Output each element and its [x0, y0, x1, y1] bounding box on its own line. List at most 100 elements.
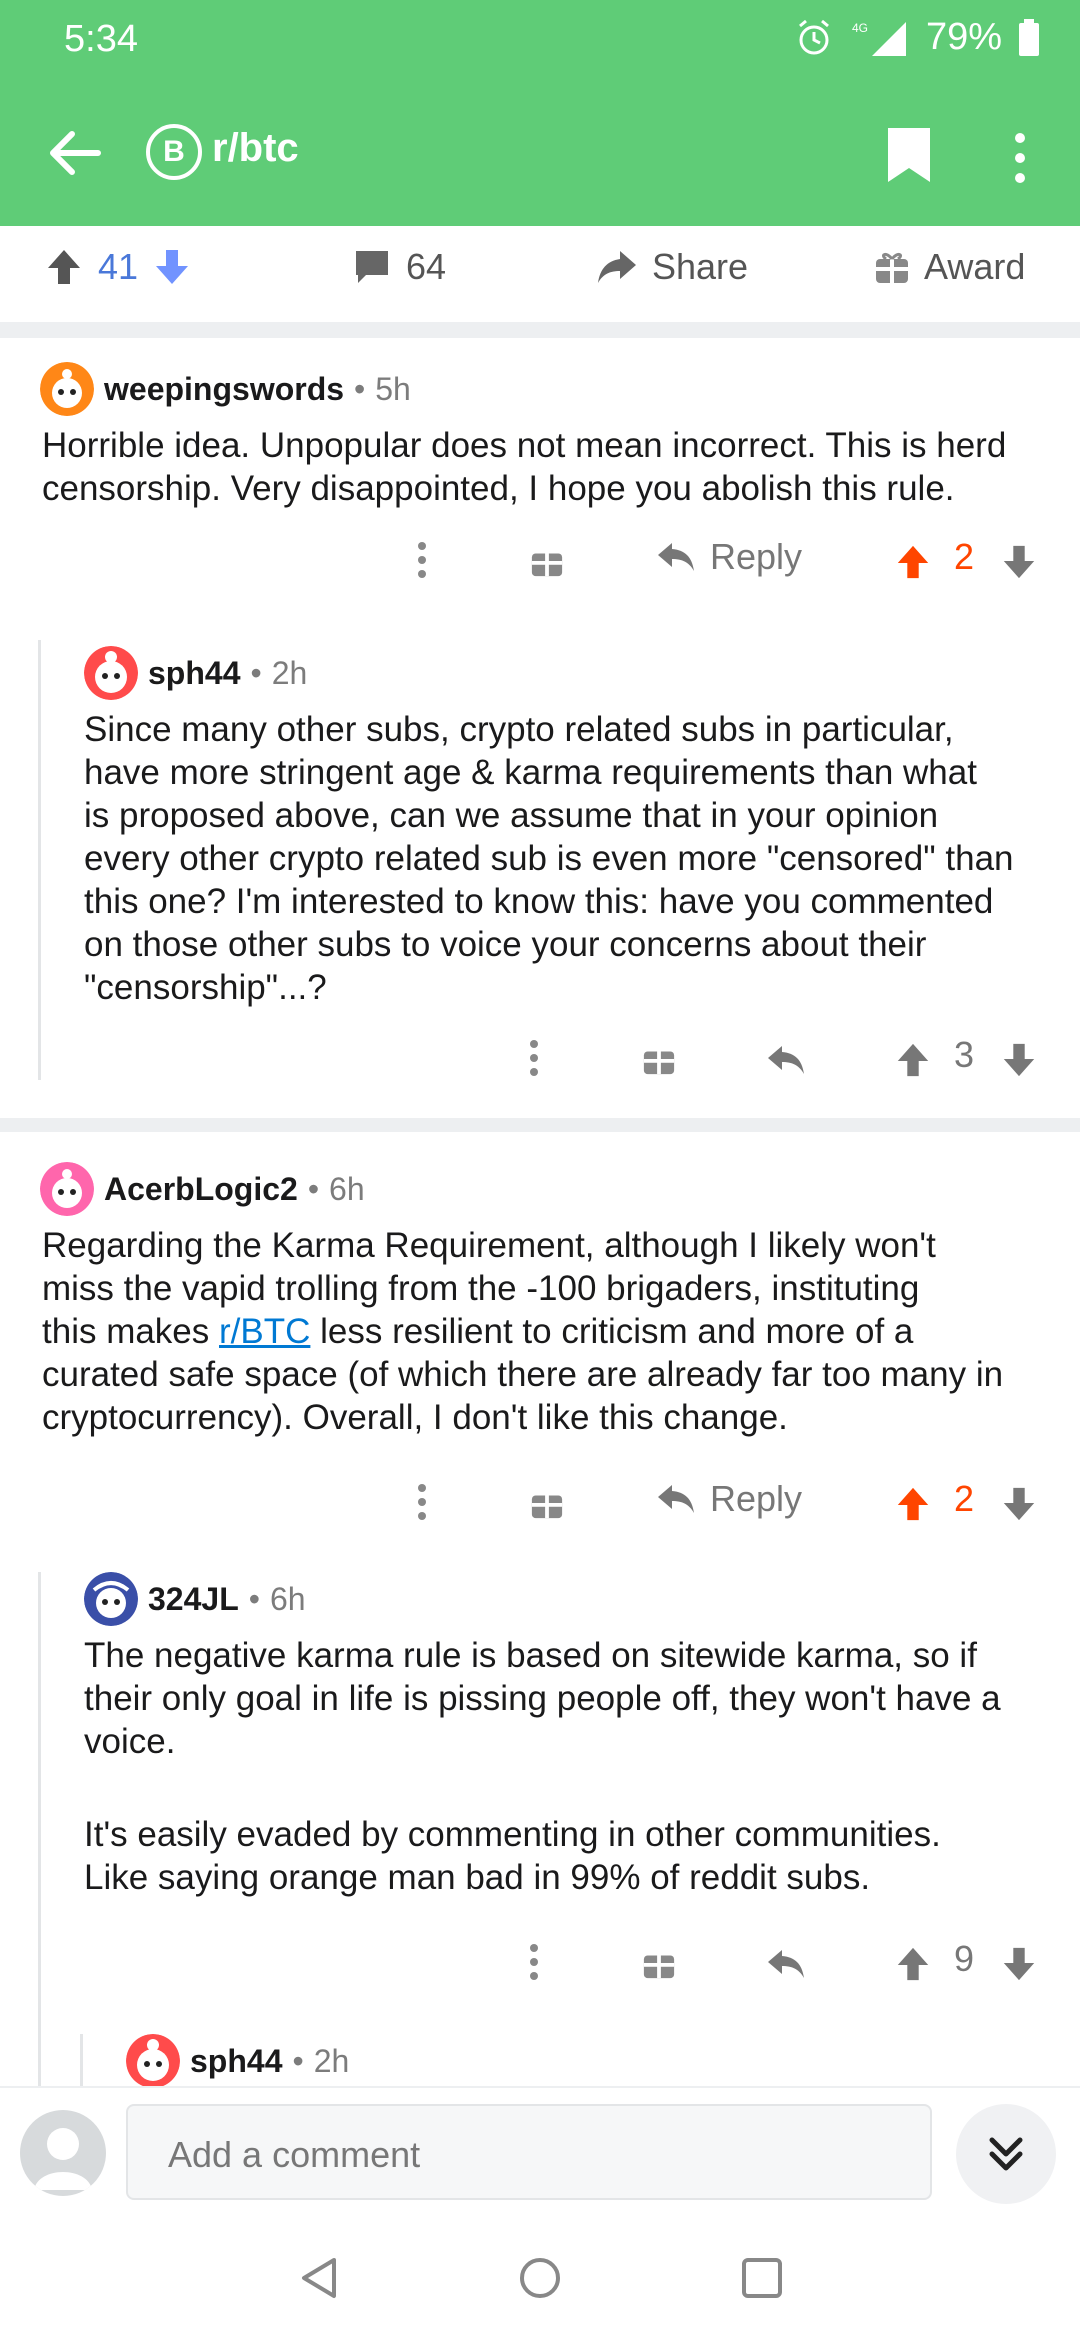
- comment-line: every other crypto related sub is even m…: [84, 839, 1014, 878]
- share-button[interactable]: Share: [596, 246, 748, 288]
- gift-icon: [876, 252, 908, 283]
- comment-line: curated safe space (of which there are a…: [42, 1355, 1004, 1394]
- thread-line: [80, 2034, 83, 2086]
- comment-username[interactable]: 324JL: [148, 1581, 239, 1618]
- upvote-icon[interactable]: [894, 542, 932, 582]
- comment-score: 9: [954, 1938, 975, 1979]
- reply-icon[interactable]: [766, 1944, 806, 1984]
- share-label: Share: [652, 246, 749, 287]
- chevron-double-down-icon: [989, 2137, 1023, 2171]
- nav-home-icon[interactable]: [516, 2254, 564, 2302]
- app-header: 5:34 4G 79% B r/btc: [0, 0, 1080, 226]
- comment-line: censorship. Very disappointed, I hope yo…: [42, 469, 955, 508]
- comment-header: 324JL • 6h: [84, 1572, 306, 1626]
- nav-back-icon[interactable]: [296, 2254, 344, 2302]
- gift-icon[interactable]: [642, 1042, 676, 1076]
- comment-thread-1: weepingswords • 5h Horrible idea. Unpopu…: [0, 338, 1080, 1118]
- system-nav-bar: [0, 2216, 1080, 2340]
- comment-line: this one? I'm interested to know this: h…: [84, 882, 994, 921]
- avatar[interactable]: [84, 1572, 138, 1626]
- status-time: 5:34: [64, 18, 138, 60]
- subreddit-link[interactable]: r/BTC: [219, 1312, 310, 1351]
- comment-actions: Reply 2: [400, 536, 1060, 596]
- comment-icon: [356, 251, 388, 283]
- comment-line: voice.: [84, 1722, 176, 1761]
- battery-percent: 79%: [925, 16, 1002, 58]
- comment-count: 64: [406, 246, 447, 287]
- status-icons: 4G 79%: [794, 16, 1040, 59]
- comments-button[interactable]: 64: [352, 246, 446, 288]
- avatar[interactable]: [126, 2034, 180, 2086]
- comment-line: Like saying orange man bad in 99% of red…: [84, 1858, 871, 1897]
- comment-line: The negative karma rule is based on site…: [84, 1636, 977, 1675]
- downvote-icon[interactable]: [1000, 1040, 1038, 1080]
- downvote-icon[interactable]: [1000, 1944, 1038, 1984]
- reply-button[interactable]: Reply: [656, 1478, 802, 1520]
- comment-time: 6h: [269, 1580, 306, 1617]
- comment-header: weepingswords • 5h: [40, 362, 411, 416]
- comment-line: miss the vapid trolling from the -100 br…: [42, 1269, 920, 1308]
- comment-actions: 3: [500, 1034, 1060, 1094]
- comment-actions: 9: [500, 1938, 1060, 1998]
- thread-line: [38, 640, 41, 1080]
- downvote-icon[interactable]: [152, 247, 192, 287]
- avatar[interactable]: [40, 362, 94, 416]
- post-action-bar: 41 64 Share Award: [0, 226, 1080, 324]
- add-comment-input[interactable]: Add a comment: [126, 2104, 932, 2200]
- more-vertical-icon[interactable]: [528, 1034, 540, 1084]
- thread-line: [38, 1572, 41, 2086]
- comment-line: this makes r/BTC less resilient to criti…: [42, 1312, 914, 1351]
- more-vertical-icon[interactable]: [1000, 128, 1040, 188]
- subreddit-name[interactable]: r/btc: [212, 126, 299, 171]
- comment-username[interactable]: AcerbLogic2: [104, 1171, 298, 1208]
- status-bar: 5:34 4G 79%: [0, 0, 1080, 80]
- comment-username[interactable]: sph44: [190, 2043, 282, 2080]
- comment-score: 2: [954, 536, 975, 577]
- gift-icon[interactable]: [642, 1946, 676, 1980]
- gift-icon[interactable]: [530, 1486, 564, 1520]
- comment-line: "censorship"...?: [84, 968, 327, 1007]
- user-avatar[interactable]: [20, 2110, 106, 2196]
- nav-recents-icon[interactable]: [738, 2254, 786, 2302]
- comment-body: Horrible idea. Unpopular does not mean i…: [42, 424, 1006, 510]
- avatar[interactable]: [40, 1162, 94, 1216]
- reply-label: Reply: [710, 1478, 803, 1519]
- battery-icon: [1019, 18, 1039, 56]
- comment-line: Horrible idea. Unpopular does not mean i…: [42, 426, 1007, 465]
- comment-time: 2h: [271, 654, 308, 691]
- comment-line: their only goal in life is pissing peopl…: [84, 1679, 1001, 1718]
- section-divider: [0, 324, 1080, 338]
- gift-icon[interactable]: [530, 544, 564, 578]
- comment-time: 2h: [313, 2042, 350, 2079]
- downvote-icon[interactable]: [1000, 542, 1038, 582]
- comment-username[interactable]: weepingswords: [104, 371, 344, 408]
- downvote-icon[interactable]: [1000, 1484, 1038, 1524]
- comment-line: Since many other subs, crypto related su…: [84, 710, 954, 749]
- signal-icon: 4G: [852, 21, 906, 56]
- upvote-icon[interactable]: [44, 247, 84, 287]
- back-arrow-icon[interactable]: [40, 118, 110, 188]
- upvote-icon[interactable]: [894, 1944, 932, 1984]
- comment-line: is proposed above, can we assume that in…: [84, 796, 939, 835]
- reply-button[interactable]: Reply: [656, 536, 802, 578]
- collapse-button[interactable]: [956, 2104, 1056, 2204]
- upvote-icon[interactable]: [894, 1484, 932, 1524]
- comment-time: 6h: [329, 1170, 365, 1207]
- more-vertical-icon[interactable]: [528, 1938, 540, 1988]
- comment-body: Since many other subs, crypto related su…: [84, 708, 1014, 1009]
- more-vertical-icon[interactable]: [416, 1478, 428, 1528]
- reply-icon[interactable]: [766, 1040, 806, 1080]
- reply-icon: [658, 543, 694, 571]
- comment-username[interactable]: sph44: [148, 655, 240, 692]
- award-button[interactable]: Award: [874, 246, 1025, 288]
- comment-composer: Add a comment: [0, 2086, 1080, 2216]
- bitcoin-icon[interactable]: B: [146, 124, 202, 180]
- share-icon: [598, 251, 636, 283]
- comment-line: cryptocurrency). Overall, I don't like t…: [42, 1398, 788, 1437]
- bookmark-icon[interactable]: [884, 126, 934, 184]
- more-vertical-icon[interactable]: [416, 536, 428, 586]
- upvote-icon[interactable]: [894, 1040, 932, 1080]
- comment-body: The negative karma rule is based on site…: [84, 1634, 1064, 1899]
- avatar[interactable]: [84, 646, 138, 700]
